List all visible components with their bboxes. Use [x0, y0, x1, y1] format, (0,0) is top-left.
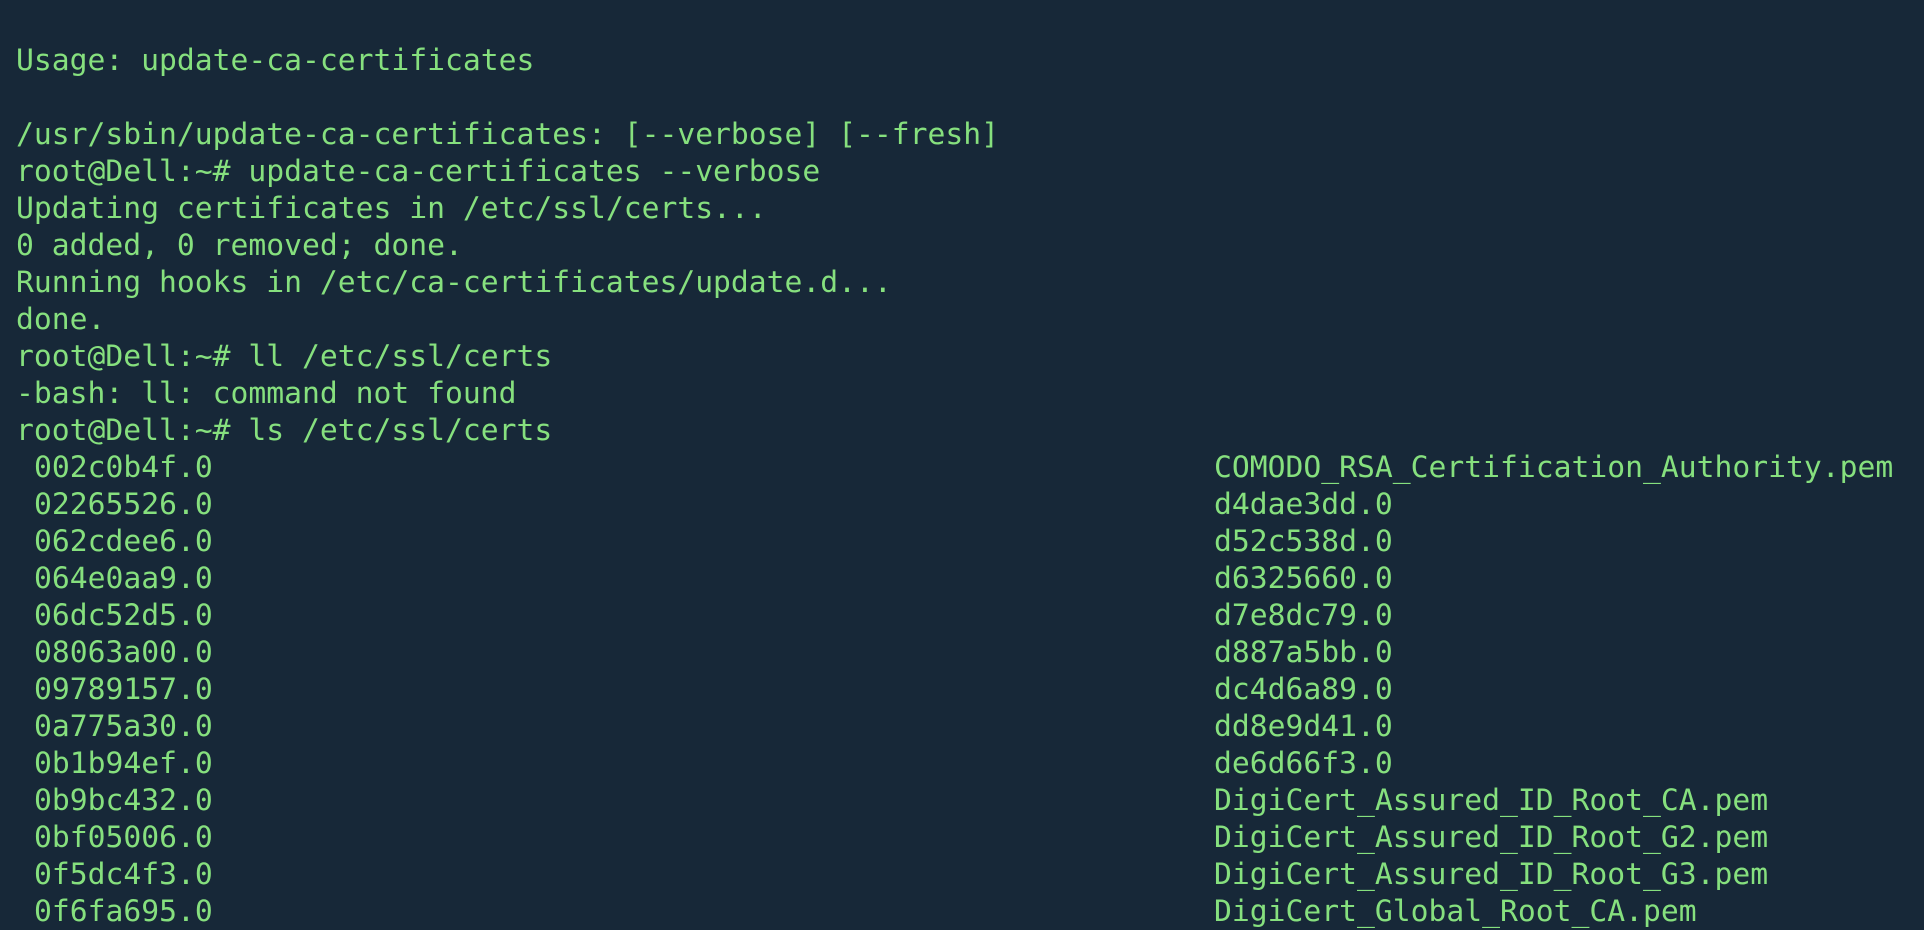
ls-entry: 02265526.0: [34, 487, 213, 522]
ls-entry: DigiCert_Assured_ID_Root_CA.pem: [1214, 783, 1769, 818]
ls-row: 0f6fa695.0 DigiCert_Global_Root_CA.pem: [16, 893, 1893, 930]
terminal-line: root@Dell:~# update-ca-certificates --ve…: [16, 154, 821, 189]
ls-row: 06dc52d5.0 d7e8dc79.0: [16, 597, 1893, 634]
terminal-output[interactable]: Usage: update-ca-certificates /usr/sbin/…: [16, 0, 1893, 930]
ls-entry: 0f6fa695.0: [34, 894, 213, 929]
ls-entry: d887a5bb.0: [1214, 635, 1393, 670]
ls-entry: 09789157.0: [34, 672, 213, 707]
ls-entry: 0f5dc4f3.0: [34, 857, 213, 892]
ls-entry: COMODO_RSA_Certification_Authority.pem: [1214, 450, 1894, 485]
ls-entry: dc4d6a89.0: [1214, 672, 1393, 707]
ls-entry: 002c0b4f.0: [34, 450, 213, 485]
ls-entry: dd8e9d41.0: [1214, 709, 1393, 744]
ls-entry: 06dc52d5.0: [34, 598, 213, 633]
ls-row: 0b9bc432.0 DigiCert_Assured_ID_Root_CA.pe…: [16, 782, 1893, 819]
ls-row: 062cdee6.0 d52c538d.0: [16, 523, 1893, 560]
terminal-line: root@Dell:~# ls /etc/ssl/certs: [16, 413, 553, 448]
terminal-line: done.: [16, 302, 106, 337]
terminal-line: -bash: ll: command not found: [16, 376, 517, 411]
ls-entry: d6325660.0: [1214, 561, 1393, 596]
ls-row: 064e0aa9.0 d6325660.0: [16, 560, 1893, 597]
ls-entry: 08063a00.0: [34, 635, 213, 670]
terminal-line: root@Dell:~# ll /etc/ssl/certs: [16, 339, 553, 374]
ls-row: 0f5dc4f3.0 DigiCert_Assured_ID_Root_G3.pe…: [16, 856, 1893, 893]
ls-entry: 0b1b94ef.0: [34, 746, 213, 781]
ls-row: 09789157.0 dc4d6a89.0: [16, 671, 1893, 708]
ls-entry: 064e0aa9.0: [34, 561, 213, 596]
ls-entry: d7e8dc79.0: [1214, 598, 1393, 633]
ls-entry: 0b9bc432.0: [34, 783, 213, 818]
terminal-line: Running hooks in /etc/ca-certificates/up…: [16, 265, 892, 300]
ls-entry: de6d66f3.0: [1214, 746, 1393, 781]
terminal-line: 0 added, 0 removed; done.: [16, 228, 463, 263]
terminal-line: /usr/sbin/update-ca-certificates: [--ver…: [16, 117, 1000, 152]
partial-line: Usage: update-ca-certificates: [16, 43, 535, 78]
ls-row: 0b1b94ef.0 de6d66f3.0: [16, 745, 1893, 782]
ls-row: 002c0b4f.0 COMODO_RSA_Certification_Autho…: [16, 449, 1893, 486]
ls-entry: DigiCert_Assured_ID_Root_G3.pem: [1214, 857, 1769, 892]
ls-entry: d4dae3dd.0: [1214, 487, 1393, 522]
terminal-line: Updating certificates in /etc/ssl/certs.…: [16, 191, 767, 226]
ls-entry: d52c538d.0: [1214, 524, 1393, 559]
ls-entry: 0bf05006.0: [34, 820, 213, 855]
ls-entry: 062cdee6.0: [34, 524, 213, 559]
ls-row: 0a775a30.0 dd8e9d41.0: [16, 708, 1893, 745]
ls-row: 08063a00.0 d887a5bb.0: [16, 634, 1893, 671]
ls-row: 02265526.0 d4dae3dd.0: [16, 486, 1893, 523]
ls-row: 0bf05006.0 DigiCert_Assured_ID_Root_G2.pe…: [16, 819, 1893, 856]
ls-entry: DigiCert_Assured_ID_Root_G2.pem: [1214, 820, 1769, 855]
ls-entry: 0a775a30.0: [34, 709, 213, 744]
ls-entry: DigiCert_Global_Root_CA.pem: [1214, 894, 1697, 929]
